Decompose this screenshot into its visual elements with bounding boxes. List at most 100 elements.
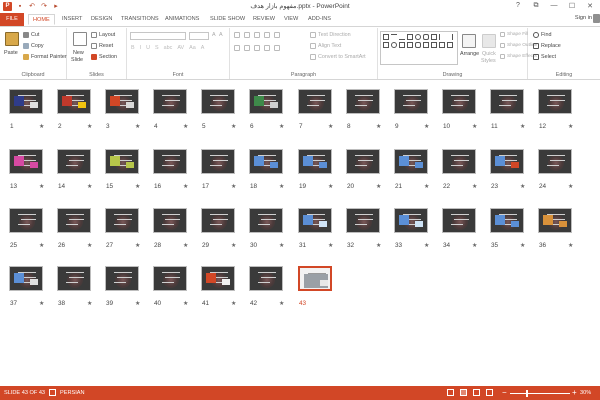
transition-star-icon[interactable]: ★ [135,123,140,130]
transition-star-icon[interactable]: ★ [520,123,525,130]
zoom-out-button[interactable]: − [502,388,507,397]
slide-thumbnail[interactable] [201,266,235,291]
tab-animations[interactable]: ANIMATIONS [161,14,203,25]
slide-thumbnail[interactable] [201,208,235,233]
transition-star-icon[interactable]: ★ [279,123,284,130]
transition-star-icon[interactable]: ★ [39,242,44,249]
transition-star-icon[interactable]: ★ [135,300,140,307]
shape-flowchart-icon[interactable] [415,42,421,48]
shape-rounded-rect-icon[interactable] [423,34,429,40]
slide-thumbnail[interactable] [249,89,283,114]
bold-icon[interactable]: B [131,45,135,51]
tab-transitions[interactable]: TRANSITIONS [117,14,163,25]
shape-callout-icon[interactable] [407,42,413,48]
shape-star-icon[interactable] [399,42,405,48]
quick-styles-icon[interactable] [482,34,496,48]
slide-thumbnail[interactable] [298,266,332,291]
transition-star-icon[interactable]: ★ [472,242,477,249]
slide-thumbnail[interactable] [298,208,332,233]
increase-indent-icon[interactable] [264,32,270,38]
transition-star-icon[interactable]: ★ [568,242,573,249]
new-slide-button[interactable]: New [73,50,84,56]
shape-banner-icon[interactable] [423,42,429,48]
slide-thumbnail[interactable] [298,89,332,114]
reading-view-icon[interactable] [473,389,480,396]
transition-star-icon[interactable]: ★ [568,123,573,130]
align-text-button[interactable]: Align Text [310,43,341,49]
transition-star-icon[interactable]: ★ [183,300,188,307]
tab-insert[interactable]: INSERT [58,14,86,25]
transition-star-icon[interactable]: ★ [328,123,333,130]
transition-star-icon[interactable]: ★ [472,183,477,190]
slide-thumbnail[interactable] [201,149,235,174]
slide-thumbnail[interactable] [442,89,476,114]
shape-rectangle-icon[interactable] [407,34,413,40]
transition-star-icon[interactable]: ★ [376,123,381,130]
slide-thumbnail[interactable] [249,266,283,291]
shape-arrow-icon[interactable] [399,34,405,40]
transition-star-icon[interactable]: ★ [39,300,44,307]
tab-review[interactable]: REVIEW [249,14,279,25]
slide-thumbnail[interactable] [105,266,139,291]
sign-in-link[interactable]: Sign in [575,15,592,21]
shape-arrow-right-icon[interactable] [383,42,389,48]
strikethrough-icon[interactable]: abc [164,45,173,51]
transition-star-icon[interactable]: ★ [328,242,333,249]
format-painter-button[interactable]: Format Painter [23,54,67,60]
transition-star-icon[interactable]: ★ [87,242,92,249]
slide-thumbnail[interactable] [490,89,524,114]
transition-star-icon[interactable]: ★ [279,300,284,307]
transition-star-icon[interactable]: ★ [520,242,525,249]
slide-thumbnail[interactable] [538,149,572,174]
shape-textbox-icon[interactable] [383,34,389,40]
slide-thumbnail[interactable] [538,208,572,233]
minimize-button[interactable]: — [546,1,562,11]
font-size-combo[interactable] [189,32,209,40]
bullets-icon[interactable] [234,32,240,38]
transition-star-icon[interactable]: ★ [472,123,477,130]
slide-thumbnail[interactable] [346,149,380,174]
tab-file[interactable]: FILE [0,13,24,26]
transition-star-icon[interactable]: ★ [376,183,381,190]
transition-star-icon[interactable]: ★ [424,123,429,130]
slide-thumbnail[interactable] [153,208,187,233]
slide-thumbnail[interactable] [153,89,187,114]
slide-thumbnail[interactable] [442,208,476,233]
shape-chevron-icon[interactable] [439,42,445,48]
font-color-icon[interactable]: A [201,45,205,51]
slideshow-view-icon[interactable] [486,389,493,396]
grow-font-icon[interactable]: A [212,32,216,38]
transition-star-icon[interactable]: ★ [183,183,188,190]
tab-home[interactable]: HOME [28,14,55,25]
shadow-icon[interactable]: S [155,45,159,51]
slide-thumbnail[interactable] [394,89,428,114]
transition-star-icon[interactable]: ★ [231,123,236,130]
align-right-icon[interactable] [254,45,260,51]
arrange-button[interactable]: Arrange [460,51,479,57]
decrease-indent-icon[interactable] [254,32,260,38]
transition-star-icon[interactable]: ★ [135,183,140,190]
find-button[interactable]: Find [533,32,552,38]
transition-star-icon[interactable]: ★ [279,242,284,249]
slide-thumbnail[interactable] [153,149,187,174]
text-direction-button[interactable]: Text Direction [310,32,351,38]
slide-thumbnail[interactable] [105,89,139,114]
slide-thumbnail[interactable] [9,149,43,174]
transition-star-icon[interactable]: ★ [39,123,44,130]
slide-thumbnail[interactable] [201,89,235,114]
arrange-icon[interactable] [462,34,476,48]
close-button[interactable]: ✕ [582,1,598,11]
layout-button[interactable]: Layout [91,32,115,38]
help-icon[interactable]: ? [510,1,526,11]
justify-icon[interactable] [264,45,270,51]
shape-line-icon[interactable] [391,34,397,40]
slide-thumbnail[interactable] [249,149,283,174]
select-button[interactable]: Select [533,54,556,60]
transition-star-icon[interactable]: ★ [568,183,573,190]
zoom-level[interactable]: 30% [580,390,591,396]
transition-star-icon[interactable]: ★ [231,183,236,190]
transition-star-icon[interactable]: ★ [231,300,236,307]
italic-icon[interactable]: I [140,45,142,51]
transition-star-icon[interactable]: ★ [376,242,381,249]
slide-thumbnail[interactable] [9,89,43,114]
